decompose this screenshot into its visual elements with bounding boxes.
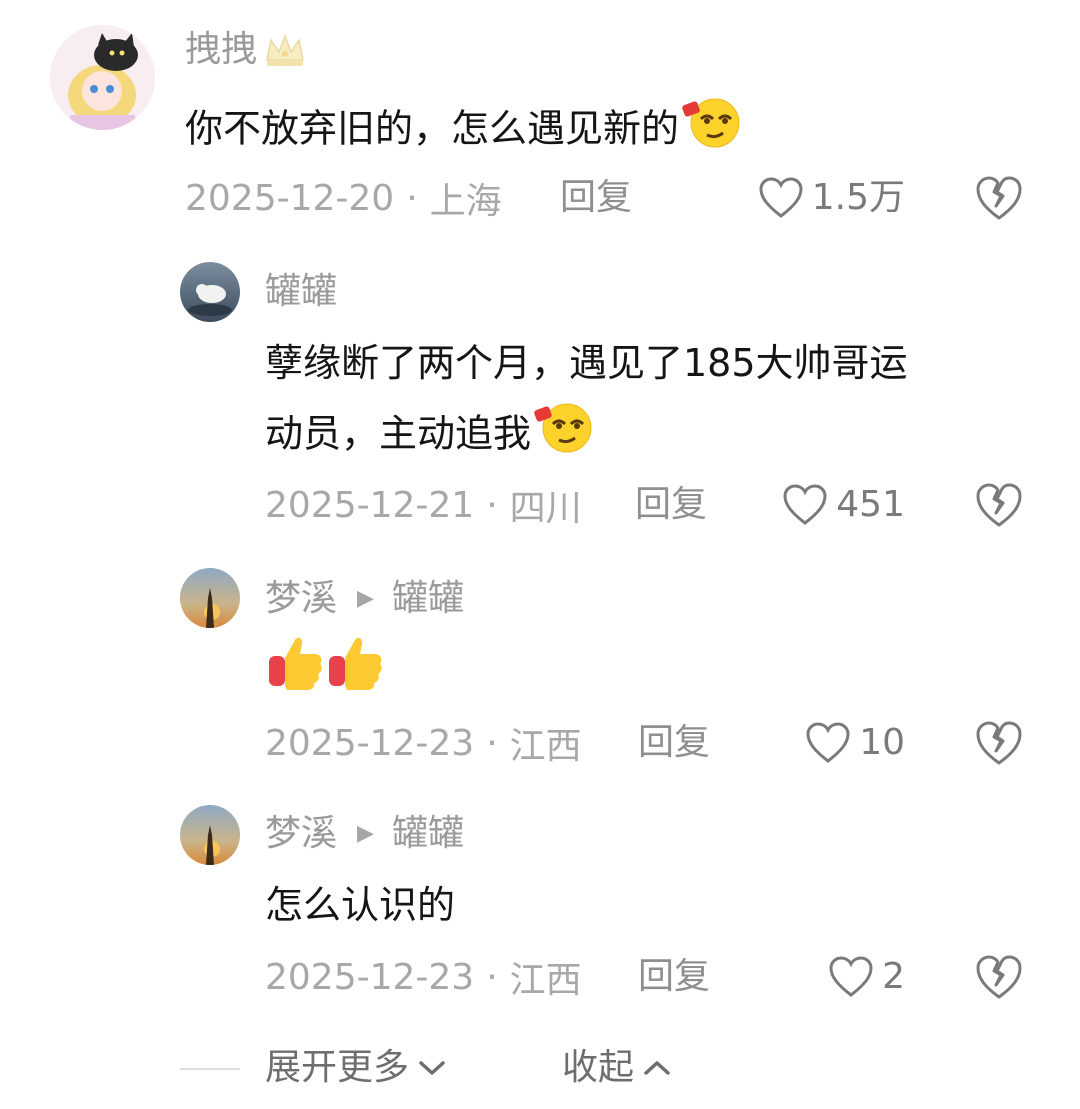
reply-button[interactable]: 回复 [635, 480, 707, 530]
avatar-image [180, 568, 240, 628]
smirk-emoji-icon [681, 93, 743, 169]
comment-date: 2025-12-23 [265, 956, 475, 998]
collapse-button[interactable]: 收起 [562, 1043, 672, 1093]
comment-text: 孽缘断了两个月，遇见了185大帅哥运 [265, 330, 908, 396]
crown-icon [266, 33, 304, 66]
reply-button[interactable]: 回复 [638, 718, 710, 768]
triangle-right-icon: ▶ [357, 586, 374, 611]
comment-location: 四川 [509, 488, 582, 529]
username[interactable]: 罐罐 [265, 272, 337, 312]
avatar[interactable] [50, 25, 155, 130]
username-row: 梦溪 ▶ 罐罐 [265, 579, 464, 619]
broken-heart-icon[interactable] [975, 481, 1023, 529]
username[interactable]: 梦溪 [265, 814, 337, 854]
reply-button[interactable]: 回复 [560, 173, 632, 223]
broken-heart-icon[interactable] [975, 719, 1023, 767]
like-count: 1.5万 [811, 177, 905, 218]
expand-more-label: 展开更多 [265, 1047, 410, 1088]
avatar[interactable] [180, 262, 240, 322]
chevron-up-icon [644, 1061, 670, 1075]
comment-meta: 2025-12-20 · 上海 [185, 173, 502, 223]
comment-location: 江西 [509, 726, 582, 767]
comment-text: 你不放弃旧的，怎么遇见新的 [185, 93, 743, 169]
reply-button[interactable]: 回复 [638, 952, 710, 1002]
comment-meta: 2025-12-21 · 四川 [265, 480, 582, 530]
heart-outline-icon [759, 177, 803, 218]
reply-target-username[interactable]: 罐罐 [392, 579, 464, 619]
avatar[interactable] [180, 568, 240, 628]
comment-text: 怎么认识的 [265, 872, 455, 938]
heart-outline-icon [806, 722, 850, 763]
avatar-image [50, 25, 155, 130]
heart-outline-icon [783, 484, 827, 525]
comment-date: 2025-12-21 [265, 484, 475, 526]
expand-more-button[interactable]: 展开更多 [265, 1043, 447, 1093]
like-button[interactable]: 10 [740, 718, 905, 768]
comment-text-body: 怎么认识的 [265, 883, 456, 927]
comment-location: 上海 [429, 181, 502, 222]
comment-text: 动员，主动追我 [265, 398, 595, 474]
username-row: 罐罐 [265, 272, 337, 312]
like-count: 451 [836, 484, 905, 525]
meta-separator: · [406, 177, 418, 219]
thumbs-up-emoji-icon [267, 634, 325, 712]
username-row: 梦溪 ▶ 罐罐 [265, 814, 464, 854]
thumbs-up-emoji-icon [327, 634, 385, 712]
username[interactable]: 梦溪 [265, 579, 337, 619]
meta-separator: · [486, 722, 498, 764]
comment-text-line-1: 孽缘断了两个月，遇见了185大帅哥运 [265, 341, 908, 385]
username[interactable]: 拽拽 [185, 30, 257, 70]
divider-line [180, 1068, 240, 1070]
chevron-down-icon [419, 1061, 445, 1075]
comment-text-body: 你不放弃旧的，怎么遇见新的 [185, 106, 680, 151]
avatar[interactable] [180, 805, 240, 865]
triangle-right-icon: ▶ [357, 821, 374, 846]
meta-separator: · [486, 484, 498, 526]
collapse-label: 收起 [562, 1047, 635, 1088]
reply-target-username[interactable]: 罐罐 [392, 814, 464, 854]
username-row: 拽拽 [185, 30, 307, 70]
comment-meta: 2025-12-23 · 江西 [265, 952, 582, 1002]
broken-heart-icon[interactable] [975, 953, 1023, 1001]
avatar-image [180, 262, 240, 322]
heart-outline-icon [829, 956, 873, 997]
broken-heart-icon[interactable] [975, 174, 1023, 222]
comment-text [265, 634, 385, 712]
like-button[interactable]: 2 [740, 952, 905, 1002]
like-button[interactable]: 451 [740, 480, 905, 530]
comment-location: 江西 [509, 960, 582, 1001]
smirk-emoji-icon [533, 398, 595, 474]
like-count: 2 [882, 956, 905, 997]
avatar-image [180, 805, 240, 865]
comment-meta: 2025-12-23 · 江西 [265, 718, 582, 768]
comment-text-line-2: 动员，主动追我 [265, 411, 532, 456]
like-button[interactable]: 1.5万 [740, 173, 905, 223]
comment-date: 2025-12-23 [265, 722, 475, 764]
meta-separator: · [486, 956, 498, 998]
like-count: 10 [859, 722, 905, 763]
comment-date: 2025-12-20 [185, 177, 395, 219]
